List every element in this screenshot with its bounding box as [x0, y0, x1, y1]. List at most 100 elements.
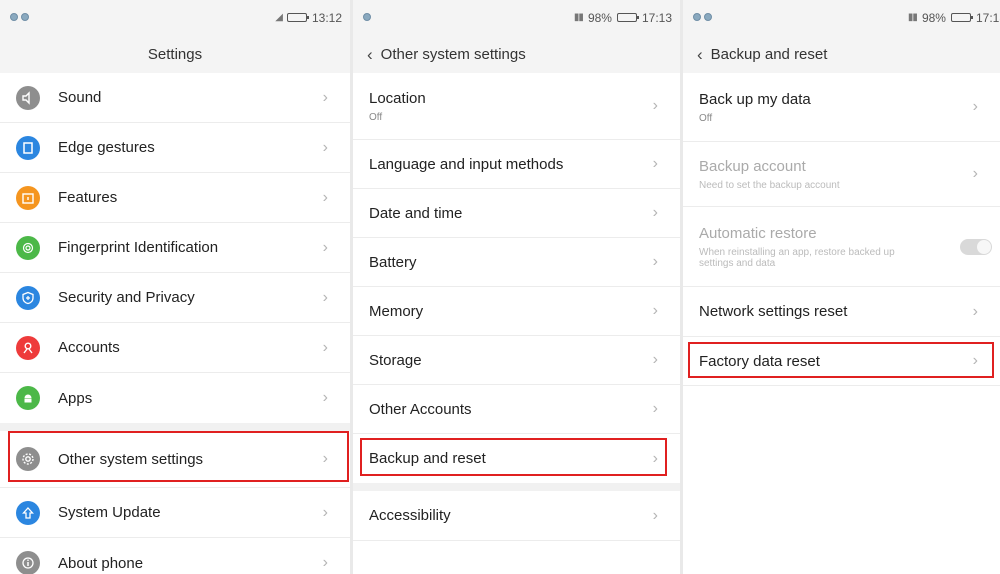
chevron-right-icon: › — [652, 155, 658, 172]
chevron-right-icon: › — [972, 165, 978, 182]
chevron-right-icon: › — [322, 238, 328, 256]
settings-item-label: Apps — [58, 389, 93, 407]
settings-item-accessibility[interactable]: Accessibility › — [353, 491, 680, 541]
page-title-bar: Settings — [0, 35, 350, 73]
page-title: Settings — [147, 45, 203, 63]
settings-item-label: Factory data reset — [699, 352, 820, 370]
settings-item-factory-reset[interactable]: Factory data reset › — [683, 337, 1000, 386]
chevron-right-icon: › — [322, 138, 328, 156]
back-arrow-icon[interactable]: ‹ — [367, 46, 373, 63]
page-title-bar: ‹ Other system settings — [353, 35, 680, 73]
gear-icon — [16, 447, 40, 471]
settings-item-label: Backup and reset — [369, 450, 486, 467]
settings-item-storage[interactable]: Storage › — [353, 336, 680, 385]
settings-item-label: Edge gestures — [58, 139, 155, 156]
settings-item-back-up-data[interactable]: Back up my data Off › — [683, 73, 1000, 142]
backup-reset-screen: ▮▮ 98% 17:13 ‹ Backup and reset Back up … — [683, 0, 1000, 574]
settings-item-accounts[interactable]: Accounts › — [0, 323, 350, 373]
settings-item-description: Need to set the backup account — [699, 179, 840, 191]
calendar-icon — [16, 185, 40, 210]
settings-item-language[interactable]: Language and input methods › — [353, 140, 680, 189]
chevron-right-icon: › — [652, 400, 658, 417]
settings-item-fingerprint[interactable]: Fingerprint Identification › — [0, 223, 350, 273]
settings-item-label: Security and Privacy — [58, 289, 195, 306]
battery-icon — [950, 13, 973, 22]
settings-item-security[interactable]: Security and Privacy › — [0, 273, 350, 323]
notification-icon — [10, 13, 18, 21]
status-bar: ▮▮ 98% 17:13 — [683, 0, 1000, 35]
page-title: Other system settings — [380, 45, 526, 63]
chevron-right-icon: › — [322, 503, 328, 521]
chevron-right-icon: › — [652, 253, 658, 270]
settings-item-edge-gestures[interactable]: Edge gestures › — [0, 123, 350, 173]
settings-item-label: Network settings reset — [699, 303, 848, 320]
settings-item-label: Memory — [369, 302, 424, 320]
settings-item-label: Fingerprint Identification — [58, 239, 219, 256]
notification-icons — [10, 13, 29, 21]
settings-list: Sound › Edge gestures › Features › Finge… — [0, 73, 350, 574]
settings-item-system-update[interactable]: System Update › — [0, 488, 350, 538]
signal-icon: ▮▮ — [573, 12, 584, 23]
settings-item-other-system-settings[interactable]: Other system settings › — [0, 431, 350, 488]
shield-icon — [16, 285, 40, 310]
chevron-right-icon: › — [322, 554, 328, 571]
settings-item-about-phone[interactable]: About phone › — [0, 538, 350, 574]
fingerprint-icon — [16, 235, 40, 260]
settings-item-label: Features — [58, 189, 118, 206]
status-bar: ▮▮ 98% 17:13 — [353, 0, 680, 35]
settings-item-label: Accessibility — [369, 507, 451, 524]
settings-item-apps[interactable]: Apps › — [0, 373, 350, 423]
settings-item-automatic-restore: Automatic restore When reinstalling an a… — [683, 207, 1000, 287]
battery-percent: 98% — [587, 10, 612, 25]
settings-item-backup-account: Backup account Need to set the backup ac… — [683, 142, 1000, 207]
notification-icons — [363, 13, 371, 21]
settings-item-label: Accounts — [58, 339, 120, 356]
settings-list: Back up my data Off › Backup account Nee… — [683, 73, 1000, 386]
settings-item-other-accounts[interactable]: Other Accounts › — [353, 385, 680, 434]
notification-icon — [21, 13, 29, 21]
speaker-icon — [16, 85, 40, 110]
status-time: 17:13 — [641, 10, 672, 25]
settings-item-label: Automatic restore — [699, 224, 817, 242]
settings-item-label: Back up my data — [699, 90, 811, 108]
chevron-right-icon: › — [322, 288, 328, 306]
notification-icon — [363, 13, 371, 21]
chevron-right-icon: › — [972, 302, 978, 320]
settings-item-label: Date and time — [369, 204, 463, 222]
settings-item-label: Other system settings — [58, 450, 204, 468]
settings-item-battery[interactable]: Battery › — [353, 238, 680, 287]
notification-icon — [704, 13, 712, 21]
status-bar: ◢ 13:12 — [0, 0, 350, 35]
settings-item-sound[interactable]: Sound › — [0, 73, 350, 123]
settings-item-value: Off — [369, 111, 383, 123]
settings-item-label: Battery — [369, 253, 417, 271]
android-icon — [16, 386, 40, 410]
chevron-right-icon: › — [322, 188, 328, 206]
settings-item-label: About phone — [58, 554, 144, 572]
battery-icon — [616, 13, 639, 22]
chevron-right-icon: › — [972, 98, 978, 115]
signal-icon: ▮▮ — [907, 12, 918, 23]
chevron-right-icon: › — [322, 450, 328, 467]
settings-item-memory[interactable]: Memory › — [353, 287, 680, 336]
settings-item-location[interactable]: Location Off › — [353, 73, 680, 140]
settings-item-date-time[interactable]: Date and time › — [353, 189, 680, 238]
settings-item-network-reset[interactable]: Network settings reset › — [683, 287, 1000, 337]
chevron-right-icon: › — [652, 97, 658, 114]
settings-item-backup-reset[interactable]: Backup and reset › — [353, 434, 680, 483]
back-arrow-icon[interactable]: ‹ — [697, 46, 703, 63]
settings-list: Location Off › Language and input method… — [353, 73, 680, 541]
page-title: Backup and reset — [710, 45, 828, 63]
automatic-restore-toggle — [960, 238, 992, 255]
settings-item-features[interactable]: Features › — [0, 173, 350, 223]
notification-icon — [693, 13, 701, 21]
chevron-right-icon: › — [652, 449, 658, 467]
chevron-right-icon: › — [972, 352, 978, 369]
settings-item-label: System Update — [58, 504, 161, 521]
settings-item-description: When reinstalling an app, restore backed… — [699, 246, 895, 269]
settings-item-label: Location — [369, 89, 426, 107]
edge-gesture-icon — [16, 135, 40, 160]
chevron-right-icon: › — [322, 389, 328, 406]
status-time: 17:13 — [975, 10, 1000, 25]
settings-item-label: Language and input methods — [369, 155, 564, 173]
